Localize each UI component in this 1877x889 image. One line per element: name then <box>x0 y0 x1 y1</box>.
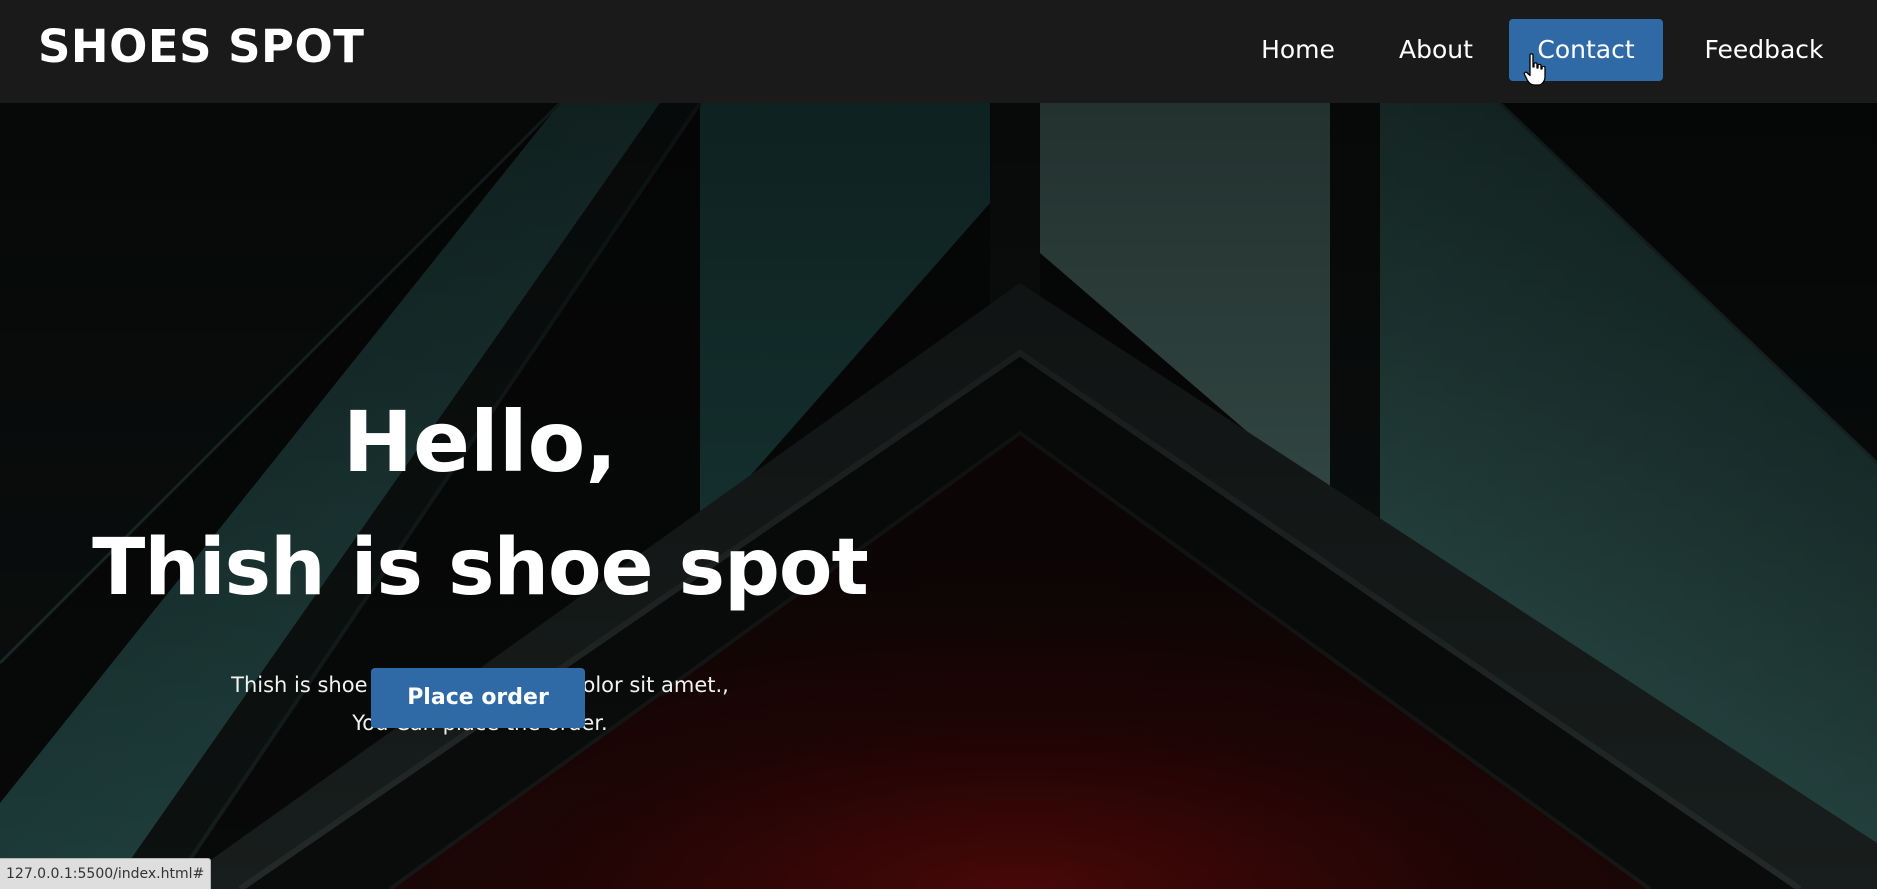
hero-heading-line2: Thish is shoe spot <box>92 523 869 613</box>
nav-feedback-link[interactable]: Feedback <box>1690 19 1838 81</box>
page: SHOES SPOT Home About Contact Feedback H… <box>0 0 1877 889</box>
hero-heading-line1: Hello, <box>342 393 618 491</box>
place-order-button[interactable]: Place order <box>371 668 585 728</box>
nav-about-link[interactable]: About <box>1383 19 1489 81</box>
browser-status-url: 127.0.0.1:5500/index.html# <box>0 858 212 889</box>
nav-home-link[interactable]: Home <box>1245 19 1351 81</box>
hero-background-image <box>0 103 1877 889</box>
navbar: SHOES SPOT Home About Contact Feedback <box>0 0 1877 103</box>
hero-section: Hello, Thish is shoe spot Thish is shoe … <box>0 103 1877 889</box>
hand-pointer-icon <box>1523 53 1546 86</box>
brand-logo[interactable]: SHOES SPOT <box>38 20 364 73</box>
